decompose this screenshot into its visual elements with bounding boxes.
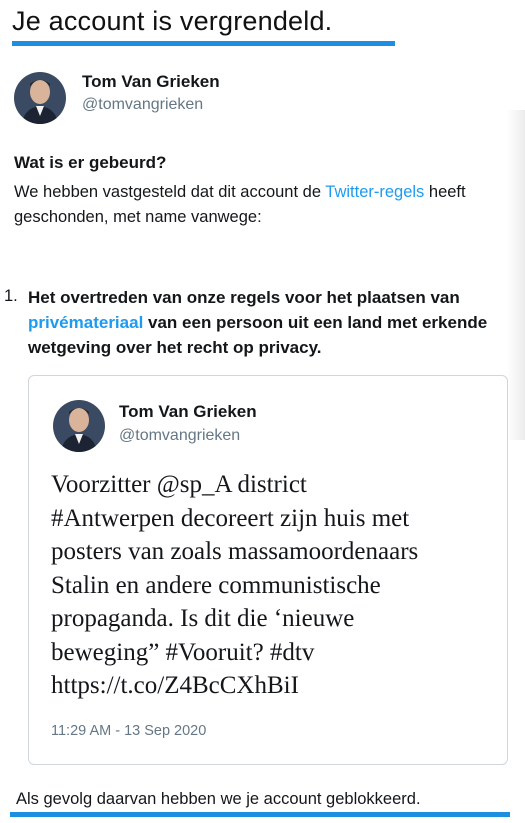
scan-shadow [507, 110, 525, 440]
page-title: Je account is vergrendeld. [12, 6, 333, 36]
tweet-line: Stalin en andere communistische [51, 571, 381, 599]
notice-heading: Wat is er gebeurd? [14, 153, 167, 172]
tweet-avatar[interactable] [53, 400, 105, 452]
tweet-line: propaganda. Is dit die ‘nieuwe [51, 605, 355, 632]
tweet-card[interactable]: Tom Van Grieken @tomvangrieken Voorzitte… [28, 375, 508, 765]
account-handle: @tomvangrieken [82, 96, 204, 113]
tweet-line: Voorzitter @sp_A district [51, 471, 307, 498]
footer-text: Als gevolg daarvan hebben we je account … [16, 790, 421, 808]
tweet-line: beweging” #Vooruit? #dtv [51, 638, 315, 666]
tweet-line: posters van zoals massamoordenaars [51, 538, 419, 565]
title-underline [12, 41, 395, 46]
tweet-author-handle[interactable]: @tomvangrieken [119, 427, 240, 445]
tweet-text: Voorzitter @sp_A district #Antwerpen dec… [51, 468, 491, 703]
tweet-link[interactable]: https://t.co/Z4BcCXhBiI [51, 669, 491, 703]
violation-text-start: Het overtreden van onze regels voor het … [28, 288, 460, 307]
violation-number: 1. [4, 287, 18, 305]
twitter-rules-link[interactable]: Twitter-regels [325, 183, 424, 201]
avatar[interactable] [14, 72, 66, 124]
tweet-line: #Antwerpen decoreert zijn huis met [51, 504, 410, 532]
tweet-timestamp: 11:29 AM - 13 Sep 2020 [51, 723, 207, 739]
violation-text: Het overtreden van onze regels voor het … [28, 285, 518, 360]
footer-underline [10, 812, 510, 817]
account-name: Tom Van Grieken [82, 72, 220, 91]
private-material-link[interactable]: privémateriaal [28, 313, 143, 332]
notice-intro: We hebben vastgesteld dat dit account de… [14, 180, 504, 230]
tweet-author-name[interactable]: Tom Van Grieken [119, 402, 257, 422]
intro-text: We hebben vastgesteld dat dit account de [14, 183, 326, 201]
